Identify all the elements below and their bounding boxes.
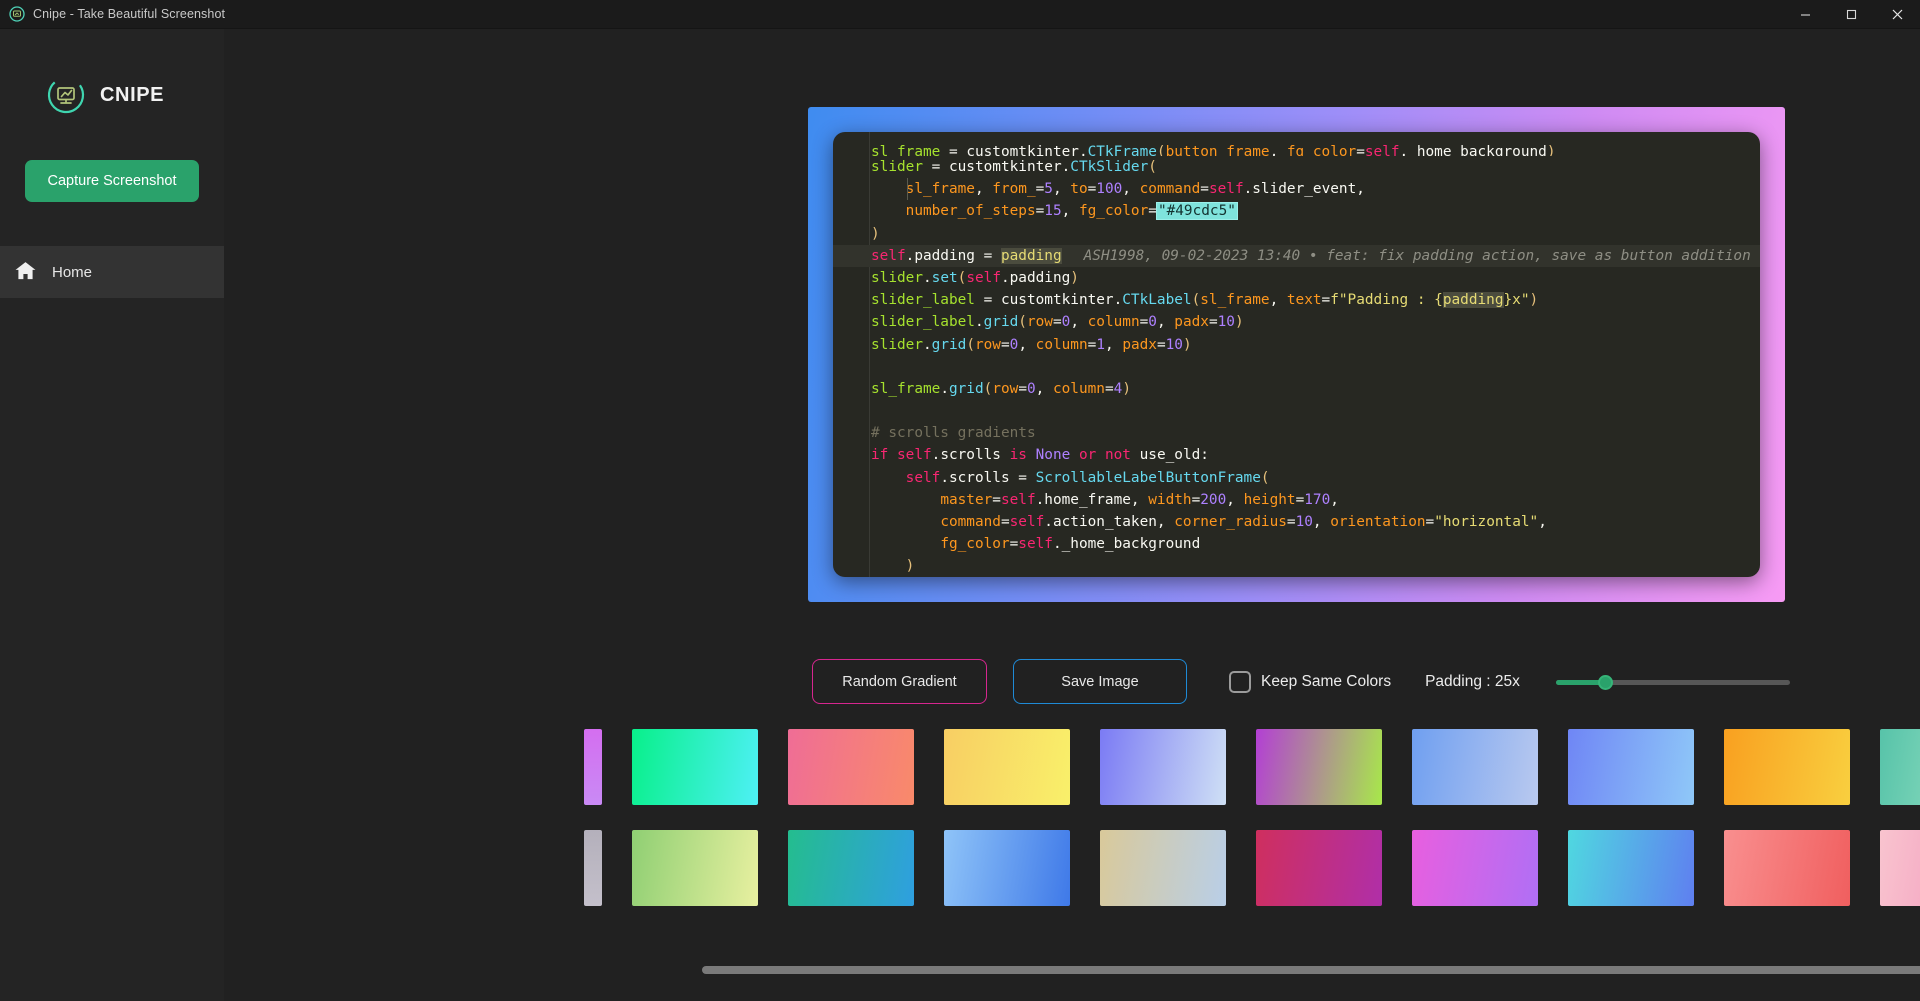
color-literal-chip: "#49cdc5"	[1157, 203, 1237, 219]
swatch-9[interactable]	[1724, 729, 1850, 805]
swatch-8[interactable]	[1568, 729, 1694, 805]
keep-same-colors-checkbox-row[interactable]: Keep Same Colors	[1229, 671, 1391, 693]
swatch-16[interactable]	[1256, 830, 1382, 906]
swatch-14[interactable]	[944, 830, 1070, 906]
app-icon	[8, 5, 26, 23]
sidebar-item-home[interactable]: Home	[0, 246, 224, 298]
swatch-5[interactable]	[1100, 729, 1226, 805]
window-titlebar: Cnipe - Take Beautiful Screenshot	[0, 0, 1920, 29]
git-blame-annotation: ASH1998, 09-02-2023 13:40 • feat: fix pa…	[1062, 248, 1751, 264]
swatch-7[interactable]	[1412, 729, 1538, 805]
code-line: self.scrolls = ScrollableLabelButtonFram…	[833, 467, 1760, 489]
sidebar-nav: Home	[0, 246, 224, 298]
gradient-swatch-area	[224, 729, 1920, 931]
code-line: slider_label = customtkinter.CTkLabel(sl…	[833, 289, 1760, 311]
window-title: Cnipe - Take Beautiful Screenshot	[33, 7, 225, 21]
code-line-blank	[833, 356, 1760, 378]
code-line-blank	[833, 400, 1760, 422]
app-shell: CNIPE Capture Screenshot Home sl_fr	[0, 29, 1920, 1001]
brand-name: CNIPE	[100, 84, 164, 107]
horizontal-scrollbar-thumb[interactable]	[702, 966, 1920, 974]
save-image-button[interactable]: Save Image	[1013, 659, 1187, 704]
gradient-swatch-row-2	[584, 830, 1920, 906]
swatch-3[interactable]	[788, 729, 914, 805]
controls-row: Random Gradient Save Image Keep Same Col…	[224, 659, 1920, 704]
swatch-15[interactable]	[1100, 830, 1226, 906]
random-gradient-button[interactable]: Random Gradient	[812, 659, 987, 704]
keep-same-colors-checkbox[interactable]	[1229, 671, 1251, 693]
keep-same-colors-label: Keep Same Colors	[1261, 673, 1391, 691]
code-card: sl_frame = customtkinter.CTkFrame(button…	[833, 132, 1760, 577]
code-line: slider.grid(row=0, column=1, padx=10)	[833, 334, 1760, 356]
gradient-swatch-row-1	[584, 729, 1920, 805]
swatch-10[interactable]	[1880, 729, 1920, 805]
code-line: sl_frame, from_=5, to=100, command=self.…	[833, 178, 1760, 200]
variable-chip: padding	[1001, 248, 1062, 264]
horizontal-scrollbar[interactable]	[224, 964, 1920, 976]
swatch-19[interactable]	[1724, 830, 1850, 906]
swatch-13[interactable]	[788, 830, 914, 906]
gradient-swatch-viewport	[224, 729, 1920, 931]
brand: CNIPE	[0, 29, 224, 115]
cnipe-monitor-logo-icon	[46, 75, 86, 115]
capture-screenshot-button[interactable]: Capture Screenshot	[25, 160, 199, 202]
swatch-6[interactable]	[1256, 729, 1382, 805]
minimize-button[interactable]	[1782, 0, 1828, 29]
maximize-button[interactable]	[1828, 0, 1874, 29]
padding-slider[interactable]	[1556, 674, 1790, 690]
swatch-2[interactable]	[632, 729, 758, 805]
padding-slider-knob[interactable]	[1598, 675, 1613, 690]
code-line: master=self.home_frame, width=200, heigh…	[833, 489, 1760, 511]
swatch-4[interactable]	[944, 729, 1070, 805]
swatch-20[interactable]	[1880, 830, 1920, 906]
code-lines: sl_frame = customtkinter.CTkFrame(button…	[833, 132, 1760, 577]
code-line: sl_frame.grid(row=0, column=4)	[833, 378, 1760, 400]
swatch-11-clipped[interactable]	[584, 830, 602, 906]
padding-label: Padding : 25x	[1425, 673, 1520, 691]
sidebar-item-home-label: Home	[52, 264, 92, 281]
code-line: )	[833, 555, 1760, 577]
sidebar: CNIPE Capture Screenshot Home	[0, 29, 224, 1001]
code-line-color-value: number_of_steps=15, fg_color="#49cdc5"	[833, 200, 1760, 222]
code-line-blame: self.padding = paddingASH1998, 09-02-202…	[833, 245, 1760, 267]
swatch-1-clipped[interactable]	[584, 729, 602, 805]
swatch-17[interactable]	[1412, 830, 1538, 906]
home-icon	[14, 259, 37, 286]
code-line: fg_color=self._home_background	[833, 533, 1760, 555]
code-line: slider_label.grid(row=0, column=0, padx=…	[833, 311, 1760, 333]
code-line-comment: # scrolls gradients	[833, 422, 1760, 444]
code-line: slider.set(self.padding)	[833, 267, 1760, 289]
code-line: slider = customtkinter.CTkSlider(	[833, 156, 1760, 178]
screenshot-preview: sl_frame = customtkinter.CTkFrame(button…	[808, 107, 1785, 602]
swatch-18[interactable]	[1568, 830, 1694, 906]
swatch-12[interactable]	[632, 830, 758, 906]
code-line: )	[833, 223, 1760, 245]
capture-button-wrap: Capture Screenshot	[0, 115, 224, 202]
close-button[interactable]	[1874, 0, 1920, 29]
code-line: command=self.action_taken, corner_radius…	[833, 511, 1760, 533]
code-line: sl_frame = customtkinter.CTkFrame(button…	[833, 141, 1760, 156]
code-line: if self.scrolls is None or not use_old:	[833, 444, 1760, 466]
main-content: sl_frame = customtkinter.CTkFrame(button…	[224, 29, 1920, 1001]
